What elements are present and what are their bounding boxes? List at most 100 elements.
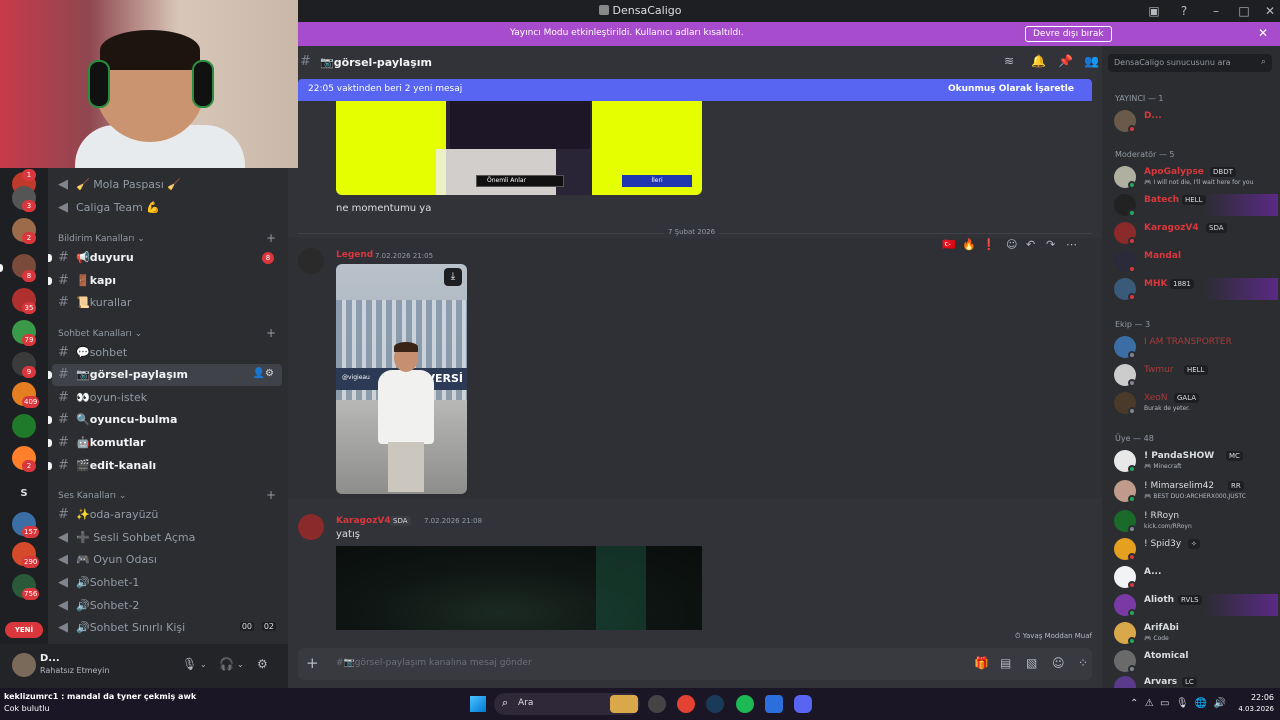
avatar[interactable] (298, 248, 324, 274)
member-item[interactable]: Mandal (1112, 250, 1278, 273)
add-channel-icon[interactable]: + (266, 488, 276, 502)
plus-icon[interactable]: + (306, 654, 319, 672)
member-item[interactable]: MHK 1881 (1112, 278, 1278, 301)
member-item[interactable]: Alioth RVLS (1112, 594, 1278, 617)
channel-settings-icon[interactable]: 👤⚙ (253, 368, 274, 379)
avatar[interactable] (298, 514, 324, 540)
message-composer[interactable]: + #📷görsel-paylaşım kanalına mesaj gönde… (298, 648, 1092, 680)
reaction-icon[interactable]: ❗ (982, 238, 996, 251)
clock-date[interactable]: 4.03.2026 (1234, 705, 1274, 713)
member-item[interactable]: KaragozV4 SDA (1112, 222, 1278, 245)
channel-duyuru[interactable]: # 📢duyuru 8 (48, 247, 282, 269)
message-input[interactable]: #📷görsel-paylaşım kanalına mesaj gönder (336, 658, 532, 668)
microphone-icon[interactable]: 🎙 (182, 657, 197, 671)
chrome-icon[interactable] (677, 695, 695, 713)
member-item[interactable]: A... (1112, 566, 1278, 589)
app-icon[interactable] (648, 695, 666, 713)
member-item[interactable]: ! Spid3y ✧ (1112, 538, 1278, 561)
channel-sohbet[interactable]: # 💬sohbet (52, 342, 282, 364)
channel-oda-arayuzu[interactable]: # ✨oda-arayüzü (52, 504, 282, 526)
gear-icon[interactable]: ⚙ (257, 657, 268, 671)
gift-icon[interactable]: 🎁 (974, 656, 989, 670)
threads-icon[interactable]: ≋ (1004, 54, 1014, 68)
reaction-icon[interactable]: 🔥 (962, 238, 976, 251)
close-window-button[interactable]: ✕ (1262, 3, 1278, 19)
channel-kurallar[interactable]: # 📜kurallar (52, 292, 282, 314)
server-letter-icon[interactable]: S (12, 482, 36, 506)
discord-icon[interactable] (794, 695, 812, 713)
more-icon[interactable]: ⋯ (1066, 238, 1077, 251)
disable-streamer-mode-button[interactable]: Devre dışı bırak (1025, 26, 1112, 42)
inbox-icon[interactable]: ▣ (1146, 3, 1162, 19)
chevron-down-icon[interactable]: ⌄ (237, 660, 244, 669)
member-item[interactable]: ! RRoyn kick.com/RRoyn (1112, 510, 1278, 533)
member-item[interactable]: XeoN GALA Burak de yeter. (1112, 392, 1278, 415)
pin-icon[interactable]: 📌 (1058, 54, 1073, 68)
app-icon[interactable] (765, 695, 783, 713)
channel-oyuncu-bulma[interactable]: # 🔍oyuncu-bulma (48, 409, 282, 431)
mark-as-read-button[interactable]: Okunmuş Olarak İşaretle (948, 84, 1074, 94)
channel-voice[interactable]: ◀ Caliga Team 💪 (52, 197, 282, 219)
clock-time[interactable]: 22:06 (1234, 693, 1274, 702)
sticker-icon[interactable]: ▧ (1026, 656, 1037, 670)
emoji-icon[interactable]: ☺ (1052, 656, 1065, 670)
steam-icon[interactable] (706, 695, 724, 713)
category-header[interactable]: Sohbet Kanalları ⌄ (58, 329, 142, 339)
system-tray[interactable]: ⌃ ⚠ ▭ 🎙 🌐 🔊 (1130, 698, 1226, 709)
add-channel-icon[interactable]: + (266, 326, 276, 340)
channel-edit-kanali[interactable]: # 🎬edit-kanalı (48, 455, 282, 477)
message-author[interactable]: KaragozV4 (336, 516, 391, 526)
bell-icon[interactable]: 🔔 (1031, 54, 1046, 68)
members-icon[interactable]: 👥 (1084, 54, 1099, 68)
avatar[interactable] (12, 653, 36, 677)
channel-voice[interactable]: ◀ 🎮 Oyun Odası (52, 549, 282, 571)
server-icon[interactable] (12, 414, 36, 438)
chevron-down-icon[interactable]: ⌄ (200, 660, 207, 669)
channel-kapi[interactable]: # 🚪kapı (48, 270, 282, 292)
message-author[interactable]: Legend (336, 250, 373, 260)
member-item[interactable]: ! Mimarselim42 RR 🎮 BEST DUO:ARCHERX000,JU… (1112, 480, 1278, 503)
channel-oyun-istek[interactable]: # 👀oyun-istek (52, 387, 282, 409)
channel-voice[interactable]: ◀ 🧹 Mola Paspası 🧹 (52, 174, 282, 196)
channel-voice[interactable]: ◀ 🔊Sohbet Sınırlı Kişi 00 02 (52, 617, 282, 639)
member-item[interactable]: Twmur HELL (1112, 364, 1278, 387)
channel-voice[interactable]: ◀ 🔊Sohbet-1 (52, 572, 282, 594)
minimize-button[interactable]: – (1208, 3, 1224, 19)
headphones-icon[interactable]: 🎧 (219, 657, 234, 671)
attachment-image[interactable]: VERSİ @vigieau ⤓ (336, 264, 467, 494)
close-icon[interactable]: ✕ (1258, 26, 1268, 40)
channel-voice[interactable]: ◀ ➕ Sesli Sohbet Açma (52, 527, 282, 549)
help-icon[interactable]: ? (1176, 3, 1192, 19)
user-name[interactable]: D... (40, 653, 60, 664)
search-input[interactable]: DensaCaligo sunucusunu ara ⌕ (1108, 54, 1272, 72)
gif-icon[interactable]: ▤ (1000, 656, 1011, 670)
member-item[interactable]: I AM TRANSPORTER (1112, 336, 1278, 359)
attachment-image[interactable] (336, 546, 702, 630)
member-item[interactable]: Batech HELL (1112, 194, 1278, 217)
member-item[interactable]: ApoGalypse DBDT 🎮 I will not die, I'll wai… (1112, 166, 1278, 189)
apps-icon[interactable]: ⁘ (1078, 656, 1088, 670)
add-channel-icon[interactable]: + (266, 231, 276, 245)
forward-icon[interactable]: ↷ (1046, 238, 1055, 251)
maximize-button[interactable]: □ (1236, 3, 1252, 19)
windows-start-icon[interactable] (470, 696, 486, 712)
reaction-icon[interactable]: 🇹🇷 (942, 238, 956, 251)
member-item[interactable]: D... (1112, 110, 1278, 133)
member-item[interactable]: ! PandaSHOW MC 🎮 Minecraft (1112, 450, 1278, 473)
download-icon[interactable]: ⤓ (444, 268, 462, 286)
attachment-image[interactable]: Önemli Anlar İleri (336, 101, 702, 195)
spotify-icon[interactable] (736, 695, 754, 713)
category-header[interactable]: Bildirim Kanalları ⌄ (58, 234, 145, 244)
channel-voice[interactable]: ◀ 🔊Sohbet-2 (52, 595, 282, 617)
add-reaction-icon[interactable]: ☺ (1006, 238, 1017, 251)
channel-komutlar[interactable]: # 🤖komutlar (48, 432, 282, 454)
category-header[interactable]: Ses Kanalları ⌄ (58, 491, 126, 501)
new-messages-bar[interactable]: 22:05 vaktinden beri 2 yeni mesaj Okunmu… (298, 79, 1092, 101)
reply-icon[interactable]: ↶ (1026, 238, 1035, 251)
widgets-icon[interactable] (610, 695, 638, 713)
member-item[interactable]: Arvars LC (1112, 676, 1278, 688)
channel-gorsel-paylasim[interactable]: # 📷görsel-paylaşım 👤⚙ (48, 364, 282, 386)
member-item[interactable]: Atomical (1112, 650, 1278, 673)
new-servers-button[interactable]: YENİ (5, 622, 43, 638)
member-item[interactable]: ArifAbi 🎮 Code (1112, 622, 1278, 645)
